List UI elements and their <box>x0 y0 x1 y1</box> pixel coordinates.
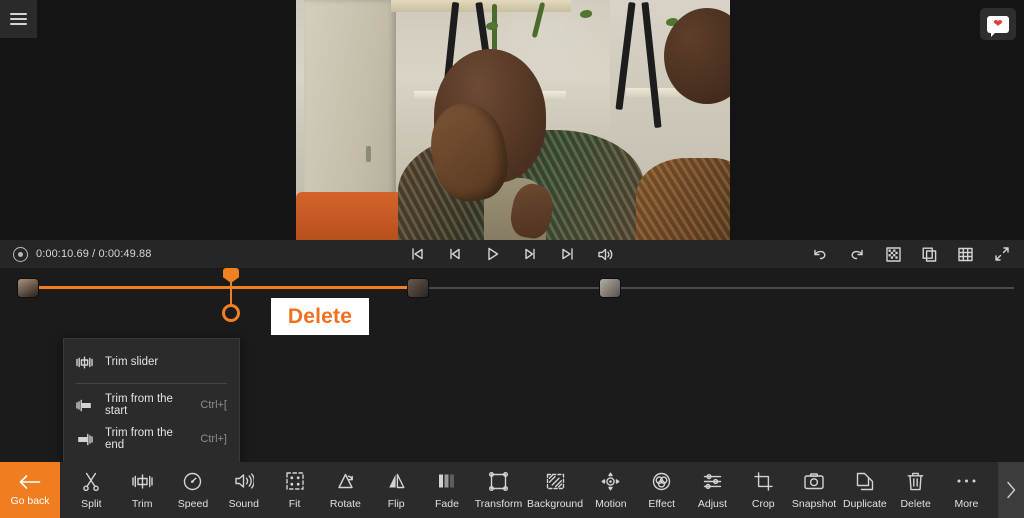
duplicate-icon <box>856 471 874 492</box>
feedback-heart-icon: ❤ <box>987 15 1009 37</box>
tool-fit[interactable]: Fit <box>272 462 318 518</box>
timeline-progress <box>36 286 231 289</box>
tool-background[interactable]: Background <box>527 462 583 518</box>
transform-icon <box>488 471 508 492</box>
effect-icon <box>652 471 671 492</box>
tool-snapshot[interactable]: Snapshot <box>791 462 837 518</box>
tool-delete[interactable]: Delete <box>893 462 939 518</box>
tool-speed[interactable]: Speed <box>170 462 216 518</box>
tool-motion[interactable]: Motion <box>588 462 634 518</box>
flip-icon <box>387 471 406 492</box>
tool-flip[interactable]: Flip <box>373 462 419 518</box>
tool-list: Split Trim Speed Sound Fit Rotate Flip F… <box>60 462 998 518</box>
playback-controls <box>410 246 614 262</box>
trim-icon <box>131 471 153 492</box>
tool-duplicate[interactable]: Duplicate <box>842 462 888 518</box>
tool-more[interactable]: More <box>943 462 989 518</box>
transparency-button[interactable] <box>886 246 901 262</box>
fade-icon <box>437 471 456 492</box>
tool-effect[interactable]: Effect <box>639 462 685 518</box>
chevron-right-icon <box>1007 481 1016 499</box>
video-preview[interactable] <box>296 0 730 240</box>
timeline-thumbnail[interactable] <box>407 278 429 298</box>
project-settings-icon[interactable] <box>13 246 28 262</box>
tool-adjust[interactable]: Adjust <box>689 462 735 518</box>
rotate-icon <box>336 471 355 492</box>
fit-icon <box>285 471 304 492</box>
tool-label: Adjust <box>697 497 728 510</box>
preview-subject <box>396 25 656 240</box>
camera-icon <box>804 471 824 492</box>
bottom-toolbar: Go back Split Trim Speed Sound Fit Rotat… <box>0 462 1024 518</box>
toolbar-scroll-next-button[interactable] <box>998 462 1024 518</box>
trash-icon <box>907 471 924 492</box>
tool-trim[interactable]: Trim <box>119 462 165 518</box>
tool-label: Delete <box>900 497 931 510</box>
sliders-icon <box>703 471 722 492</box>
tool-label: More <box>954 497 979 510</box>
delete-callout: Delete <box>271 298 369 335</box>
speedometer-icon <box>183 471 202 492</box>
scissors-icon <box>83 471 100 492</box>
time-display: 0:00:10.69 / 0:00:49.88 <box>36 248 152 260</box>
preview-area: ❤ <box>0 0 1024 240</box>
tool-label: Fit <box>288 497 301 510</box>
timeline-thumbnail[interactable] <box>17 278 39 298</box>
copy-button[interactable] <box>922 247 937 262</box>
tool-label: Crop <box>751 497 775 510</box>
undo-button[interactable] <box>812 247 828 261</box>
tool-label: Rotate <box>329 497 361 510</box>
editor-actions <box>812 246 1010 262</box>
timeline-thumbnail[interactable] <box>599 278 621 298</box>
volume-button[interactable] <box>597 247 614 262</box>
tool-label: Fade <box>435 497 459 510</box>
fullscreen-button[interactable] <box>994 246 1010 262</box>
background-icon <box>546 471 565 492</box>
tool-label: Speed <box>177 497 209 510</box>
playhead-knob[interactable] <box>222 304 240 322</box>
tool-split[interactable]: Split <box>68 462 114 518</box>
speaker-icon <box>234 471 254 492</box>
tool-label: Effect <box>648 497 675 510</box>
tool-label: Snapshot <box>791 497 837 510</box>
preview-second-person <box>636 0 730 240</box>
go-back-label: Go back <box>10 494 50 507</box>
timeline-progress-remainder <box>231 286 415 289</box>
tool-label: Background <box>527 497 584 510</box>
tool-label: Sound <box>228 497 259 510</box>
tool-crop[interactable]: Crop <box>740 462 786 518</box>
tool-rotate[interactable]: Rotate <box>322 462 368 518</box>
tool-label: Transform <box>474 497 523 510</box>
redo-button[interactable] <box>849 247 865 261</box>
tool-label: Split <box>81 497 102 510</box>
clip-strip: 100% 00:19.68 <box>0 335 1024 447</box>
step-forward-button[interactable] <box>523 247 538 261</box>
tool-label: Duplicate <box>842 497 887 510</box>
feedback-button[interactable]: ❤ <box>980 8 1016 40</box>
play-button[interactable] <box>484 246 501 262</box>
video-editor-window: ❤ 0:00:10.69 / 0:00:49.88 Delete Trim sl… <box>0 0 1024 518</box>
tool-fade[interactable]: Fade <box>424 462 470 518</box>
tool-transform[interactable]: Transform <box>475 462 522 518</box>
hamburger-icon[interactable] <box>10 13 27 25</box>
tool-label: Flip <box>387 497 405 510</box>
go-back-button[interactable]: Go back <box>0 462 60 518</box>
timeline[interactable] <box>0 268 1024 330</box>
arrow-left-icon <box>19 474 40 489</box>
skip-to-start-button[interactable] <box>410 247 425 261</box>
skip-to-end-button[interactable] <box>560 247 575 261</box>
menu-panel <box>0 0 37 38</box>
tool-label: Trim <box>131 497 153 510</box>
player-controls-bar: 0:00:10.69 / 0:00:49.88 <box>0 240 1024 268</box>
tool-label: Motion <box>595 497 627 510</box>
delete-callout-label: Delete <box>287 304 353 328</box>
step-back-button[interactable] <box>447 247 462 261</box>
ellipsis-icon <box>956 471 977 492</box>
tool-sound[interactable]: Sound <box>221 462 267 518</box>
crop-icon <box>754 471 773 492</box>
motion-icon <box>601 471 620 492</box>
grid-button[interactable] <box>958 247 973 262</box>
